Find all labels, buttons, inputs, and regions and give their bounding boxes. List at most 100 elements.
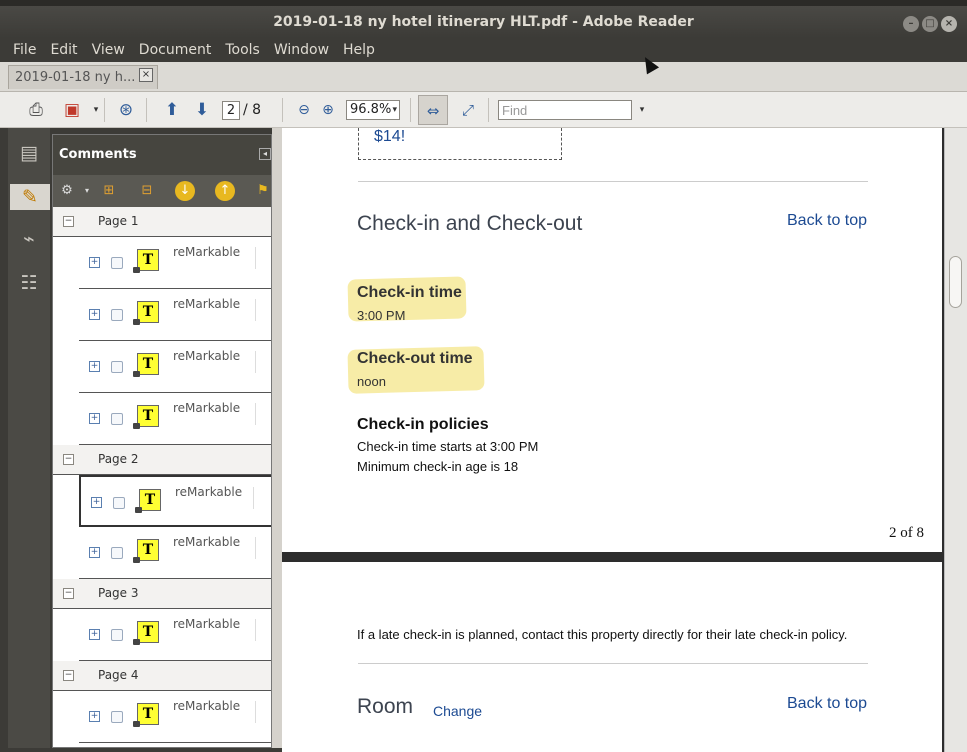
previous-page-icon[interactable]: ⬆: [160, 98, 184, 122]
document-tab[interactable]: 2019-01-18 ny h...: [8, 65, 158, 89]
window-title: 2019-01-18 ny hotel itinerary HLT.pdf - …: [273, 14, 694, 30]
comment-item[interactable]: + TreMarkable: [79, 393, 271, 445]
page-group-header[interactable]: − Page 2: [53, 445, 271, 475]
pdf-page-2: $14! Check-in and Check-out Back to top …: [282, 128, 942, 552]
menu-help[interactable]: Help: [336, 38, 382, 62]
collaborate-icon[interactable]: ⊛: [114, 98, 138, 122]
toolbar-separator: [282, 98, 283, 122]
comment-date-cell: [255, 537, 271, 559]
find-dropdown-icon[interactable]: ▾: [630, 98, 654, 122]
text-annotation-icon: T: [137, 301, 159, 323]
zoom-out-icon[interactable]: ⊖: [292, 98, 316, 122]
next-comment-icon[interactable]: ↓: [175, 181, 195, 201]
checkout-time-label: Check-out time: [357, 350, 473, 367]
vertical-scrollbar[interactable]: [944, 128, 967, 752]
comments-tree: − Page 1 + TreMarkable + TreMarkable + TreMarka…: [53, 207, 271, 747]
options-gear-icon[interactable]: ⚙: [57, 181, 77, 201]
page-group-header[interactable]: − Page 4: [53, 661, 271, 691]
menu-tools[interactable]: Tools: [218, 38, 267, 62]
menu-view[interactable]: View: [85, 38, 132, 62]
zoom-dropdown-icon: ▾: [392, 105, 397, 115]
previous-comment-icon[interactable]: ↑: [215, 181, 235, 201]
minimize-icon[interactable]: –: [903, 16, 919, 32]
close-window-icon[interactable]: ×: [941, 16, 957, 32]
comments-icon[interactable]: ✎: [10, 184, 50, 210]
comment-checkbox[interactable]: [111, 711, 123, 723]
collapse-icon[interactable]: −: [63, 216, 74, 227]
comment-checkbox[interactable]: [111, 257, 123, 269]
comment-checkbox[interactable]: [113, 497, 125, 509]
collapse-all-icon[interactable]: ⊟: [137, 181, 157, 201]
options-dropdown-icon[interactable]: ▾: [77, 181, 97, 201]
expand-icon[interactable]: +: [89, 711, 100, 722]
comment-item[interactable]: + TreMarkable: [79, 341, 271, 393]
page-counter: 2 of 8: [889, 525, 924, 541]
next-page-icon[interactable]: ⬇: [190, 98, 214, 122]
comment-date-cell: [253, 487, 271, 509]
page-group-header[interactable]: − Page 1: [53, 207, 271, 237]
sort-icon[interactable]: ⚑: [253, 181, 271, 201]
room-change-link[interactable]: Change: [433, 703, 482, 719]
maximize-icon[interactable]: □: [922, 16, 938, 32]
page-group-label: Page 1: [98, 214, 139, 228]
policy-line: Check-in time starts at 3:00 PM: [357, 439, 539, 454]
toolbar-separator: [488, 98, 489, 122]
comment-date-cell: [255, 299, 271, 321]
expand-all-icon[interactable]: ⊞: [99, 181, 119, 201]
comment-item[interactable]: + TreMarkable: [79, 237, 271, 289]
collapse-panel-icon[interactable]: ◂: [259, 148, 271, 160]
lock-icon: [135, 507, 142, 513]
text-annotation-icon: T: [137, 621, 159, 643]
expand-icon[interactable]: +: [89, 309, 100, 320]
page-group-label: Page 2: [98, 452, 139, 466]
comment-item[interactable]: + TreMarkable: [79, 289, 271, 341]
comment-item[interactable]: + TreMarkable: [79, 527, 271, 579]
zoom-level-select[interactable]: 96.8% ▾: [346, 100, 400, 120]
comment-checkbox[interactable]: [111, 629, 123, 641]
expand-icon[interactable]: +: [89, 361, 100, 372]
page-group-header[interactable]: − Page 3: [53, 579, 271, 609]
page-number-input[interactable]: 2: [222, 101, 240, 120]
expand-icon[interactable]: +: [89, 413, 100, 424]
collapse-icon[interactable]: −: [63, 588, 74, 599]
expand-icon[interactable]: +: [91, 497, 102, 508]
comment-date-cell: [255, 701, 271, 723]
find-input[interactable]: [498, 100, 632, 120]
collapse-icon[interactable]: −: [63, 454, 74, 465]
lock-icon: [133, 721, 140, 727]
fit-page-icon[interactable]: ⤢: [456, 98, 480, 122]
window-controls: – □ ×: [903, 16, 957, 32]
pages-icon[interactable]: ▤: [16, 140, 42, 166]
document-view: $14! Check-in and Check-out Back to top …: [282, 128, 944, 752]
expand-icon[interactable]: +: [89, 629, 100, 640]
comment-checkbox[interactable]: [111, 413, 123, 425]
fit-width-icon[interactable]: ⇔: [418, 95, 448, 125]
comment-checkbox[interactable]: [111, 547, 123, 559]
menu-file[interactable]: File: [6, 38, 43, 62]
comment-checkbox[interactable]: [111, 361, 123, 373]
back-to-top-link[interactable]: Back to top: [787, 695, 867, 713]
attachments-icon[interactable]: ⌁: [16, 226, 42, 252]
menu-document[interactable]: Document: [132, 38, 219, 62]
bookmarks-tree-icon[interactable]: ☷: [16, 270, 42, 296]
back-to-top-link[interactable]: Back to top: [787, 212, 867, 230]
menu-edit[interactable]: Edit: [43, 38, 84, 62]
zoom-in-icon[interactable]: ⊕: [316, 98, 340, 122]
tab-close-icon[interactable]: ×: [139, 68, 153, 82]
comment-item[interactable]: + TreMarkable: [79, 691, 271, 743]
lock-icon: [133, 319, 140, 325]
comment-author: reMarkable: [173, 699, 241, 713]
expand-icon[interactable]: +: [89, 547, 100, 558]
create-pdf-icon[interactable]: ▣: [60, 98, 84, 122]
comment-item[interactable]: + TreMarkable: [79, 475, 271, 527]
toolbar-separator: [410, 98, 411, 122]
expand-icon[interactable]: +: [89, 257, 100, 268]
print-icon[interactable]: ⎙: [24, 98, 48, 122]
comment-item[interactable]: + TreMarkable: [79, 609, 271, 661]
menu-window[interactable]: Window: [267, 38, 336, 62]
pdf-page-3: If a late check-in is planned, contact t…: [282, 562, 942, 752]
scrollbar-thumb[interactable]: [949, 256, 962, 308]
panel-splitter[interactable]: [272, 128, 282, 748]
comment-checkbox[interactable]: [111, 309, 123, 321]
collapse-icon[interactable]: −: [63, 670, 74, 681]
